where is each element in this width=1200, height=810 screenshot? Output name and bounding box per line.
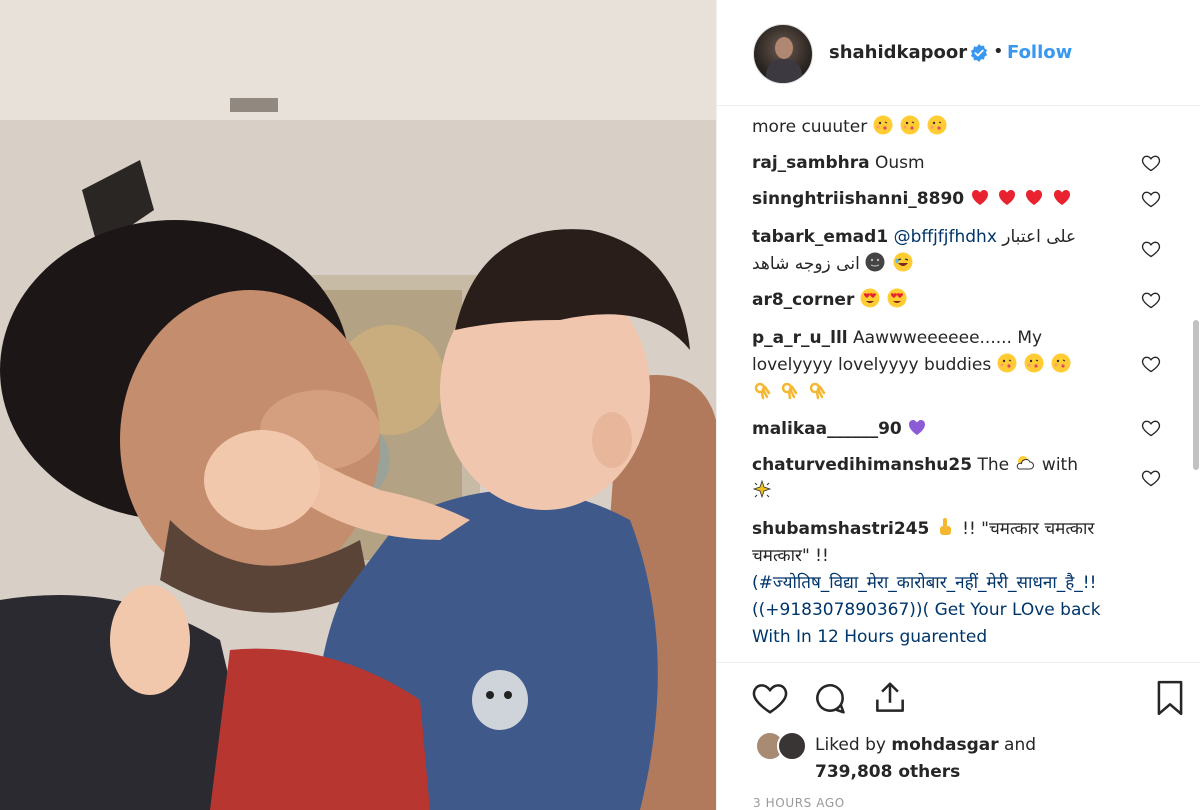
post-side-panel: shahidkapoor • Follow more cuuuter raj_s… [716, 0, 1200, 810]
comment-text: more cuuuter [752, 117, 868, 137]
comment-username[interactable]: tabark_emad1 [752, 227, 888, 247]
comment-text: The [977, 455, 1010, 475]
comment-text-line2: (#ज्योतिष_विद्या_मेरा_कारोबार_नहीं_मेरी_… [752, 573, 1101, 647]
likes-count[interactable]: 739,808 others [815, 762, 960, 782]
comment-username[interactable]: raj_sambhra [752, 153, 870, 173]
comments-scrollbar[interactable] [1193, 320, 1199, 470]
pointing-up-icon [939, 518, 951, 535]
purple-heart-icon [909, 420, 926, 435]
sun-behind-cloud-icon [1016, 456, 1034, 470]
red-heart-icon [1026, 190, 1043, 205]
comments-list[interactable]: more cuuuter raj_sambhra Ousm sinnghtrii… [717, 106, 1200, 662]
comment-mention[interactable]: @bffjfjfhdhx [894, 227, 997, 247]
red-heart-icon [971, 190, 988, 205]
comment-icon[interactable] [811, 679, 849, 717]
red-heart-icon [1053, 190, 1070, 205]
heart-eyes-emoji-icon [887, 288, 907, 308]
comment-item: tabark_emad1 @bffjfjfhdhx على اعتبار انى… [752, 224, 1122, 278]
ok-hand-emoji-icon [809, 382, 826, 400]
liked-by-user[interactable]: mohdasgar [891, 735, 998, 755]
comment-item: p_a_r_u_lll Aawwweeeeee...... My lovelyy… [752, 325, 1122, 406]
heart-eyes-emoji-icon [860, 288, 880, 308]
comment-item: sinnghtriishanni_8890 [752, 186, 1122, 213]
comment-like-heart-icon[interactable] [1141, 153, 1161, 173]
comment-item: raj_sambhra Ousm [752, 150, 1122, 177]
ok-hand-emoji-icon [754, 382, 771, 400]
comment-item: malikaa______90 [752, 416, 1122, 443]
bookmark-icon[interactable] [1151, 679, 1189, 717]
verified-badge-icon [970, 44, 988, 62]
comment-like-heart-icon[interactable] [1141, 468, 1161, 488]
comment-username[interactable]: sinnghtriishanni_8890 [752, 189, 964, 209]
ok-hand-emoji-icon [782, 382, 798, 400]
kiss-emoji-icon [1024, 353, 1044, 373]
liked-by-prefix: Liked by [815, 735, 886, 755]
post-username[interactable]: shahidkapoor [829, 42, 967, 63]
comment-item: ar8_corner [752, 287, 1122, 314]
photo-illustration [0, 0, 716, 810]
black-face-emoji-icon [865, 252, 885, 272]
comment-item: more cuuuter [752, 114, 1122, 141]
sparkle-icon [752, 480, 772, 499]
post-header: shahidkapoor • Follow [717, 0, 1200, 106]
kiss-emoji-icon [873, 115, 893, 135]
comment-username[interactable]: p_a_r_u_lll [752, 328, 848, 348]
comment-text-line2: with [1041, 455, 1078, 475]
comment-username[interactable]: shubamshastri245 [752, 519, 929, 539]
comment-like-heart-icon[interactable] [1141, 290, 1161, 310]
header-separator: • [993, 41, 1004, 62]
comment-username[interactable]: malikaa______90 [752, 419, 902, 439]
rofl-emoji-icon [893, 252, 913, 272]
profile-avatar[interactable] [753, 24, 813, 84]
comment-item: shubamshastri245 !! "चमत्कार चमत्कार चमत… [752, 516, 1122, 651]
red-heart-icon [998, 190, 1015, 205]
comment-username[interactable]: ar8_corner [752, 290, 854, 310]
kiss-emoji-icon [997, 353, 1017, 373]
comment-username[interactable]: chaturvedihimanshu25 [752, 455, 972, 475]
liked-by-summary[interactable]: Liked by mohdasgar and 739,808 others [815, 732, 1115, 786]
comment-text: Ousm [875, 153, 925, 173]
comment-item: chaturvedihimanshu25 The with [752, 452, 1122, 506]
comment-like-heart-icon[interactable] [1141, 239, 1161, 259]
kiss-emoji-icon [1051, 353, 1071, 373]
post-timestamp[interactable]: 3 HOURS AGO [753, 796, 845, 810]
comment-text: على اعتبار [1002, 227, 1077, 247]
comment-text-line2: انى زوجه شاهد [752, 254, 860, 274]
comment-like-heart-icon[interactable] [1141, 189, 1161, 209]
follow-button[interactable]: Follow [1007, 42, 1072, 63]
kiss-emoji-icon [927, 115, 947, 135]
liked-by-and: and [1004, 735, 1037, 755]
post-photo [0, 0, 716, 810]
liked-by-avatars[interactable] [755, 731, 815, 765]
comment-like-heart-icon[interactable] [1141, 354, 1161, 374]
heart-icon[interactable] [751, 679, 789, 717]
comment-like-heart-icon[interactable] [1141, 418, 1161, 438]
kiss-emoji-icon [900, 115, 920, 135]
post-actions: Liked by mohdasgar and 739,808 others 3 … [717, 662, 1200, 810]
share-icon[interactable] [871, 679, 909, 717]
